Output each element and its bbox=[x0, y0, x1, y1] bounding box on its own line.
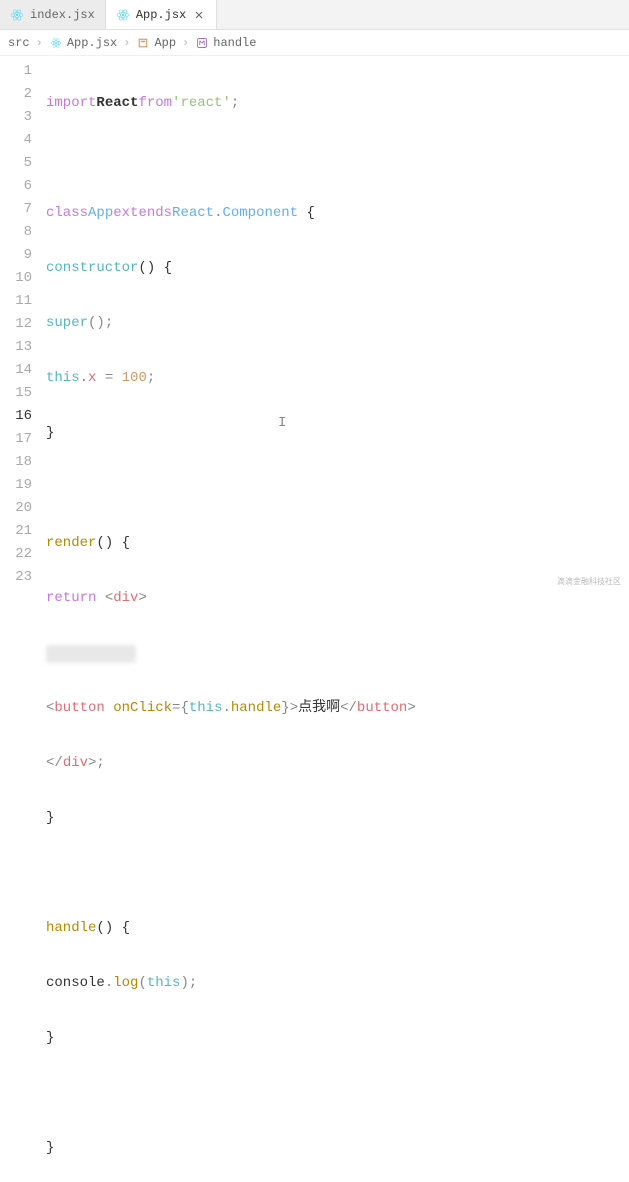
react-file-icon bbox=[10, 8, 24, 22]
line-number: 5 bbox=[0, 152, 32, 175]
text-cursor-icon: I bbox=[278, 415, 286, 431]
code-line: <button onClick={this.handle}>点我啊</butto… bbox=[46, 697, 629, 720]
line-number: 9 bbox=[0, 244, 32, 267]
redacted-content bbox=[46, 645, 136, 663]
line-number: 20 bbox=[0, 497, 32, 520]
breadcrumb-src[interactable]: src bbox=[8, 36, 30, 50]
code-content[interactable]: import React from 'react'; class App ext… bbox=[46, 56, 629, 591]
code-line bbox=[46, 477, 629, 500]
code-line: class App extends React.Component { bbox=[46, 202, 629, 225]
line-number: 14 bbox=[0, 359, 32, 382]
line-number: 15 bbox=[0, 382, 32, 405]
breadcrumb-class[interactable]: App bbox=[136, 36, 176, 50]
code-line: import React from 'react'; bbox=[46, 92, 629, 115]
line-number: 1 bbox=[0, 60, 32, 83]
method-icon bbox=[195, 36, 209, 50]
code-line bbox=[46, 642, 629, 665]
line-number: 22 bbox=[0, 543, 32, 566]
breadcrumb-label: src bbox=[8, 36, 30, 50]
breadcrumb-method[interactable]: handle bbox=[195, 36, 256, 50]
line-number: 3 bbox=[0, 106, 32, 129]
tab-label: index.jsx bbox=[30, 8, 95, 22]
tab-bar: index.jsx App.jsx bbox=[0, 0, 629, 30]
watermark-text: 滴滴金融科技社区 bbox=[557, 576, 621, 587]
code-line bbox=[46, 1082, 629, 1105]
line-number: 2 bbox=[0, 83, 32, 106]
code-line: } bbox=[46, 1027, 629, 1050]
code-line: handle() { bbox=[46, 917, 629, 940]
line-number: 11 bbox=[0, 290, 32, 313]
breadcrumb-label: App.jsx bbox=[67, 36, 117, 50]
breadcrumb: src › App.jsx › App › handle bbox=[0, 30, 629, 56]
class-icon bbox=[136, 36, 150, 50]
close-icon[interactable] bbox=[192, 8, 206, 22]
code-editor[interactable]: 1 2 3 4 5 6 7 8 9 10 11 12 13 14 15 16 1… bbox=[0, 56, 629, 591]
line-number: 23 bbox=[0, 566, 32, 589]
breadcrumb-file[interactable]: App.jsx bbox=[49, 36, 117, 50]
line-number: 8 bbox=[0, 221, 32, 244]
line-number: 17 bbox=[0, 428, 32, 451]
code-line bbox=[46, 862, 629, 885]
tab-label: App.jsx bbox=[136, 8, 186, 22]
line-number: 13 bbox=[0, 336, 32, 359]
line-number: 21 bbox=[0, 520, 32, 543]
react-file-icon bbox=[116, 8, 130, 22]
code-line: this.x = 100; bbox=[46, 367, 629, 390]
code-line: render() { bbox=[46, 532, 629, 555]
line-number: 6 bbox=[0, 175, 32, 198]
code-line: } bbox=[46, 807, 629, 830]
code-line bbox=[46, 147, 629, 170]
line-number: 7 bbox=[0, 198, 32, 221]
line-number-gutter: 1 2 3 4 5 6 7 8 9 10 11 12 13 14 15 16 1… bbox=[0, 56, 46, 591]
breadcrumb-label: App bbox=[154, 36, 176, 50]
code-line: console.log(this); bbox=[46, 972, 629, 995]
breadcrumb-label: handle bbox=[213, 36, 256, 50]
chevron-right-icon: › bbox=[180, 36, 191, 50]
line-number: 18 bbox=[0, 451, 32, 474]
react-file-icon bbox=[49, 36, 63, 50]
code-line: constructor() { bbox=[46, 257, 629, 280]
tab-index-jsx[interactable]: index.jsx bbox=[0, 0, 106, 29]
tab-app-jsx[interactable]: App.jsx bbox=[106, 0, 217, 29]
line-number: 12 bbox=[0, 313, 32, 336]
code-line: </div>; bbox=[46, 752, 629, 775]
line-number: 10 bbox=[0, 267, 32, 290]
code-line: return <div> bbox=[46, 587, 629, 610]
code-line: super(); bbox=[46, 312, 629, 335]
line-number: 19 bbox=[0, 474, 32, 497]
code-line: } bbox=[46, 422, 629, 445]
chevron-right-icon: › bbox=[121, 36, 132, 50]
line-number: 4 bbox=[0, 129, 32, 152]
chevron-right-icon: › bbox=[34, 36, 45, 50]
code-line: } bbox=[46, 1137, 629, 1160]
line-number: 16 bbox=[0, 405, 32, 428]
